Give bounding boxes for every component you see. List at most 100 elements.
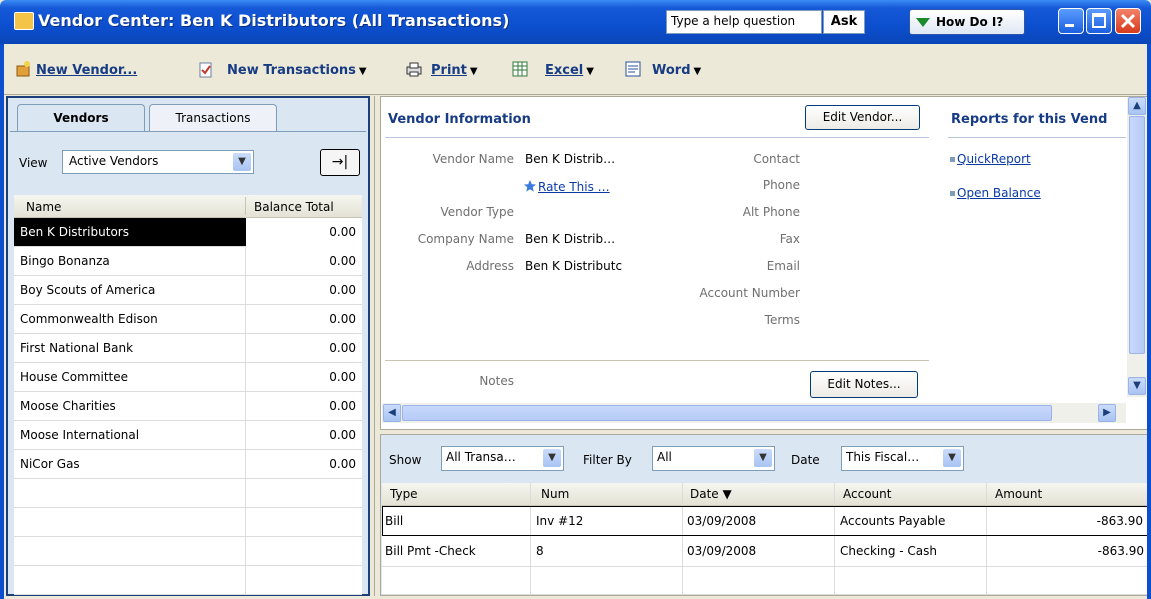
chevron-down-icon[interactable]: ▼ (543, 449, 561, 467)
new-transactions-label: New Transactions (227, 63, 356, 78)
close-button[interactable] (1115, 8, 1141, 34)
panel-splitter[interactable] (374, 96, 379, 596)
scroll-down-button[interactable]: ▼ (1128, 377, 1146, 395)
rate-this-link[interactable]: Rate This … (538, 180, 610, 194)
fax-label: Fax (779, 232, 800, 246)
vendor-balance: 0.00 (329, 283, 356, 297)
view-select[interactable]: Active Vendors ▼ (62, 150, 254, 174)
bullet-icon (950, 157, 955, 162)
contact-label: Contact (753, 152, 800, 166)
vendor-row[interactable]: Bingo Bonanza 0.00 (14, 247, 362, 276)
transaction-row[interactable]: Bill Inv #12 03/09/2008 Accounts Payable… (382, 506, 1148, 536)
help-question-input[interactable]: Type a help question (666, 10, 822, 34)
column-header-amount[interactable]: Amount (995, 487, 1042, 501)
column-header-account[interactable]: Account (843, 487, 891, 501)
vendor-name: NiCor Gas (20, 457, 80, 471)
phone-label: Phone (762, 178, 800, 192)
transaction-num: 8 (536, 544, 544, 558)
chevron-down-icon[interactable]: ▼ (233, 153, 251, 171)
view-select-value: Active Vendors (69, 154, 159, 168)
vendor-name: Ben K Distributors (20, 225, 129, 239)
chevron-down-icon[interactable]: ▼ (943, 449, 961, 467)
show-select[interactable]: All Transa… ▼ (441, 446, 564, 471)
vendor-balance: 0.00 (329, 428, 356, 442)
maximize-button[interactable] (1086, 8, 1112, 34)
quickreport-link[interactable]: QuickReport (957, 152, 1031, 166)
vendor-row-empty[interactable] (14, 537, 362, 566)
print-button[interactable]: Print ▼ (431, 63, 478, 78)
vendor-name: First National Bank (20, 341, 134, 355)
tab-transactions[interactable]: Transactions (149, 104, 277, 132)
window-frame-left (0, 44, 4, 599)
transaction-num: Inv #12 (536, 514, 584, 528)
transaction-amount: -863.90 (1096, 514, 1143, 528)
close-icon (1120, 13, 1136, 29)
triangle-down-icon (916, 18, 930, 27)
chevron-up-icon: ▲ (1133, 100, 1141, 111)
column-header-name[interactable]: Name (26, 200, 61, 214)
vendor-row[interactable]: Moose International 0.00 (14, 421, 362, 450)
vendor-row[interactable]: NiCor Gas 0.00 (14, 450, 362, 479)
transaction-type: Bill Pmt -Check (385, 544, 476, 558)
column-header-date[interactable]: Date ▼ (690, 487, 732, 501)
vendor-balance: 0.00 (329, 341, 356, 355)
account-number-label: Account Number (699, 286, 800, 300)
caret-down-icon: ▼ (469, 66, 478, 77)
minimize-button[interactable] (1058, 8, 1084, 34)
transaction-row[interactable]: Bill Pmt -Check 8 03/09/2008 Checking - … (382, 537, 1148, 567)
scroll-left-button[interactable]: ◀ (383, 404, 401, 422)
excel-button[interactable]: Excel ▼ (545, 63, 594, 78)
terms-label: Terms (764, 313, 800, 327)
vendor-row[interactable]: Commonwealth Edison 0.00 (14, 305, 362, 334)
new-transactions-button[interactable]: New Transactions ▼ (227, 63, 367, 78)
vendor-name: Commonwealth Edison (20, 312, 158, 326)
vendor-row-empty[interactable] (14, 566, 362, 595)
date-select[interactable]: This Fiscal… ▼ (841, 446, 964, 471)
open-balance-link[interactable]: Open Balance (957, 186, 1041, 200)
vendor-name: Boy Scouts of America (20, 283, 156, 297)
vendor-row-empty[interactable] (14, 508, 362, 537)
transaction-account: Checking - Cash (840, 544, 938, 558)
vendor-row[interactable]: Moose Charities 0.00 (14, 392, 362, 421)
word-label: Word (652, 63, 691, 78)
word-icon (625, 61, 641, 77)
word-button[interactable]: Word ▼ (652, 63, 701, 78)
maximize-icon (1092, 13, 1106, 28)
scroll-right-button[interactable]: ▶ (1098, 404, 1116, 422)
transaction-row-empty[interactable] (382, 567, 1148, 595)
vendor-type-label: Vendor Type (440, 205, 514, 219)
scroll-up-button[interactable]: ▲ (1128, 97, 1146, 115)
section-divider (948, 137, 1126, 138)
print-label: Print (431, 63, 467, 78)
column-divider[interactable] (245, 197, 246, 215)
filter-by-select[interactable]: All ▼ (652, 446, 775, 471)
new-vendor-button[interactable]: New Vendor... (36, 63, 137, 78)
notes-label: Notes (479, 374, 514, 388)
edit-vendor-button[interactable]: Edit Vendor... (805, 105, 920, 130)
vendor-row-empty[interactable] (14, 479, 362, 508)
edit-notes-button[interactable]: Edit Notes... (810, 371, 918, 398)
vendor-name: Moose International (20, 428, 140, 442)
vendor-row[interactable]: Ben K Distributors 0.00 (14, 218, 362, 247)
vendor-row[interactable]: First National Bank 0.00 (14, 334, 362, 363)
transaction-account: Accounts Payable (840, 514, 946, 528)
vendor-name: House Committee (20, 370, 129, 384)
new-vendor-label: New Vendor... (36, 63, 138, 78)
chevron-down-icon[interactable]: ▼ (754, 449, 772, 467)
ask-button[interactable]: Ask (823, 10, 865, 34)
view-label: View (19, 156, 48, 170)
minimize-icon (1065, 24, 1074, 27)
new-vendor-icon (16, 61, 30, 77)
vendor-row[interactable]: House Committee 0.00 (14, 363, 362, 392)
column-header-num[interactable]: Num (541, 487, 569, 501)
tab-vendors[interactable]: Vendors (17, 104, 145, 132)
vendor-row[interactable]: Boy Scouts of America 0.00 (14, 276, 362, 305)
column-header-type[interactable]: Type (390, 487, 418, 501)
excel-label: Excel (545, 63, 584, 78)
horizontal-scroll-thumb[interactable] (402, 405, 1052, 421)
printer-icon (406, 62, 422, 77)
alt-phone-label: Alt Phone (742, 205, 800, 219)
vertical-scroll-thumb[interactable] (1129, 116, 1145, 354)
transaction-type: Bill (385, 514, 404, 528)
vendor-information-title: Vendor Information (388, 112, 531, 127)
